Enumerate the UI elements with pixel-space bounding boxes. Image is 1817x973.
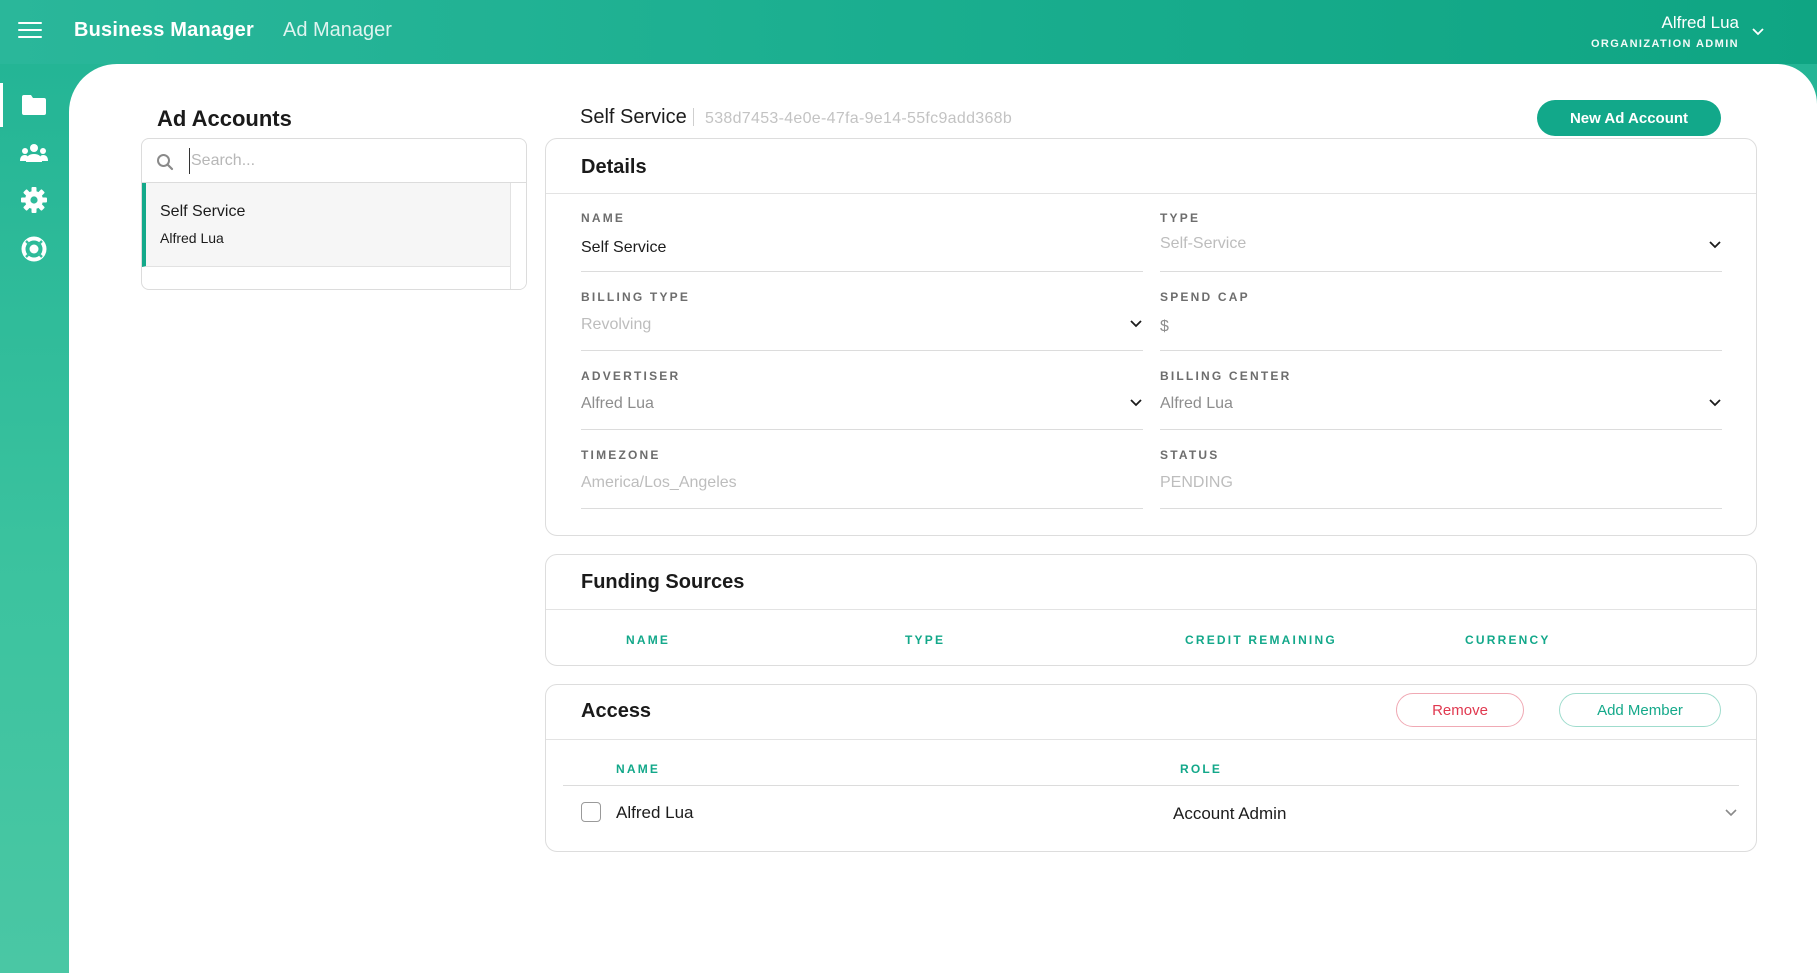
spend-cap-field: SPEND CAP $	[1160, 290, 1722, 368]
side-rail	[0, 64, 68, 973]
name-label: NAME	[581, 211, 626, 225]
details-divider	[546, 193, 1756, 194]
header-divider	[693, 108, 694, 126]
remove-button[interactable]: Remove	[1396, 693, 1524, 727]
status-value: PENDING	[1160, 474, 1233, 491]
details-card: Details NAME Self Service TYPE Self-Serv…	[545, 138, 1757, 536]
list-scrollbar[interactable]	[510, 183, 526, 289]
rail-item-members[interactable]	[0, 131, 68, 175]
access-card: Access Remove Add Member NAME ROLE Alfre…	[545, 684, 1757, 852]
search-input[interactable]	[189, 148, 509, 174]
new-ad-account-button[interactable]: New Ad Account	[1537, 100, 1721, 136]
status-underline	[1160, 508, 1722, 509]
status-label: STATUS	[1160, 448, 1220, 462]
rail-item-accounts[interactable]	[0, 83, 68, 127]
access-divider	[546, 739, 1756, 740]
chevron-down-icon[interactable]	[1708, 397, 1722, 407]
funding-divider	[546, 609, 1756, 610]
name-underline	[581, 271, 1143, 272]
funding-sources-title: Funding Sources	[581, 571, 745, 593]
business-manager-link[interactable]: Business Manager	[74, 19, 254, 42]
access-col-role: ROLE	[1180, 762, 1223, 776]
account-search	[142, 139, 526, 183]
account-item-owner: Alfred Lua	[160, 230, 224, 246]
name-field: NAME Self Service	[581, 211, 1143, 289]
ad-accounts-panel: Self Service Alfred Lua	[141, 138, 527, 290]
search-icon	[157, 154, 174, 171]
billing-type-underline	[581, 350, 1143, 351]
billing-type-label: BILLING TYPE	[581, 290, 691, 304]
advertiser-underline	[581, 429, 1143, 430]
timezone-value: America/Los_Angeles	[581, 474, 737, 491]
timezone-label: TIMEZONE	[581, 448, 661, 462]
billing-center-underline	[1160, 429, 1722, 430]
user-role: ORGANIZATION ADMIN	[1590, 38, 1739, 50]
advertiser-field: ADVERTISER Alfred Lua	[581, 369, 1143, 447]
member-checkbox[interactable]	[581, 802, 601, 822]
member-name: Alfred Lua	[616, 803, 694, 822]
type-label: TYPE	[1160, 211, 1201, 225]
timezone-field: TIMEZONE America/Los_Angeles	[581, 448, 1143, 526]
menu-icon[interactable]	[18, 22, 42, 40]
user-name: Alfred Lua	[1661, 13, 1740, 32]
user-menu[interactable]: Alfred Lua ORGANIZATION ADMIN	[1591, 13, 1739, 50]
account-id: 538d7453-4e0e-47fa-9e14-55fc9add368b	[705, 110, 1013, 127]
chevron-down-icon[interactable]	[1724, 807, 1738, 817]
spend-cap-input[interactable]: $	[1160, 318, 1169, 336]
funding-col-name: NAME	[626, 633, 671, 647]
support-icon	[21, 236, 47, 262]
add-member-button[interactable]: Add Member	[1559, 693, 1721, 727]
billing-center-label: BILLING CENTER	[1160, 369, 1292, 383]
access-col-name: NAME	[616, 762, 661, 776]
funding-col-type: TYPE	[905, 633, 946, 647]
main-content: Ad Accounts Self Service Alfred Lua Self…	[69, 64, 1817, 973]
billing-center-select[interactable]: Alfred Lua	[1160, 395, 1233, 413]
type-select[interactable]: Self-Service	[1160, 235, 1246, 253]
name-input[interactable]: Self Service	[581, 239, 666, 257]
funding-col-currency: CURRENCY	[1465, 633, 1551, 647]
chevron-down-icon[interactable]	[1751, 26, 1765, 36]
timezone-underline	[581, 508, 1143, 509]
status-field: STATUS PENDING	[1160, 448, 1722, 526]
advertiser-select[interactable]: Alfred Lua	[581, 395, 654, 413]
rail-item-settings[interactable]	[0, 178, 68, 222]
spend-cap-underline	[1160, 350, 1722, 351]
chevron-down-icon[interactable]	[1129, 318, 1143, 328]
billing-type-field: BILLING TYPE Revolving	[581, 290, 1143, 368]
ad-manager-link[interactable]: Ad Manager	[283, 19, 392, 42]
access-header-underline	[563, 785, 1739, 786]
users-icon	[20, 144, 48, 162]
billing-center-field: BILLING CENTER Alfred Lua	[1160, 369, 1722, 447]
details-title: Details	[581, 156, 647, 178]
advertiser-label: ADVERTISER	[581, 369, 681, 383]
gear-icon	[21, 187, 47, 213]
folder-icon	[22, 95, 46, 115]
ad-accounts-title: Ad Accounts	[157, 106, 292, 131]
top-bar: Business Manager Ad Manager Alfred Lua O…	[0, 0, 1817, 64]
billing-type-select[interactable]: Revolving	[581, 316, 651, 334]
type-field: TYPE Self-Service	[1160, 211, 1722, 289]
spend-cap-label: SPEND CAP	[1160, 290, 1250, 304]
account-header-name: Self Service	[580, 106, 687, 128]
member-role-select[interactable]: Account Admin	[1173, 804, 1286, 824]
chevron-down-icon[interactable]	[1708, 239, 1722, 249]
account-item-name: Self Service	[160, 203, 246, 220]
rail-item-support[interactable]	[0, 227, 68, 271]
funding-col-credit-remaining: CREDIT REMAINING	[1185, 633, 1337, 647]
type-underline	[1160, 271, 1722, 272]
funding-sources-card: Funding Sources NAME TYPE CREDIT REMAINI…	[545, 554, 1757, 666]
chevron-down-icon[interactable]	[1129, 397, 1143, 407]
access-title: Access	[581, 700, 652, 722]
account-list-item[interactable]: Self Service Alfred Lua	[142, 183, 512, 267]
